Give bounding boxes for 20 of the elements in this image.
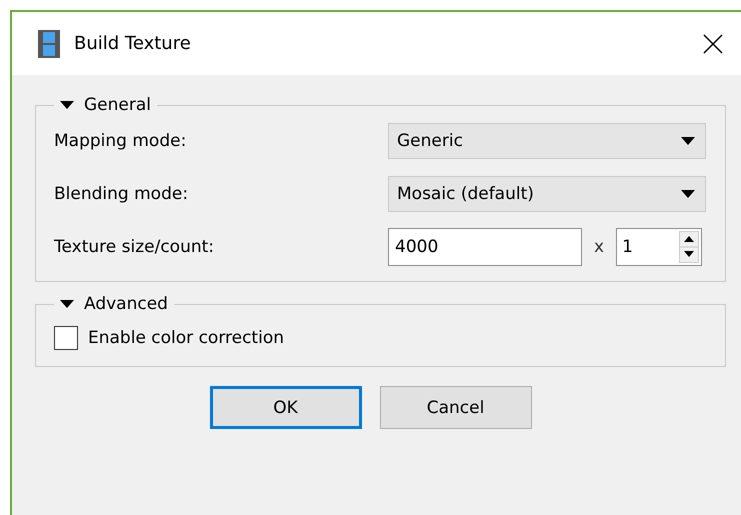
triangle-icon[interactable] <box>60 101 74 109</box>
close-icon[interactable] <box>703 34 723 54</box>
window-title: Build Texture <box>74 33 192 54</box>
dropdown[interactable]: Mosaic (default) <box>388 176 706 212</box>
dropdown[interactable]: Generic <box>388 123 706 159</box>
caret-icon <box>681 137 695 145</box>
dialog-button[interactable]: Cancel <box>380 386 532 429</box>
spin-box[interactable]: 1 <box>616 228 702 266</box>
checkbox[interactable]: Enable color correction <box>54 322 707 350</box>
section-header[interactable]: Advanced <box>54 294 174 314</box>
dialog-button[interactable]: OK <box>210 386 362 429</box>
separator-label: x <box>594 237 604 257</box>
field-label: Texture size/count: <box>54 237 216 257</box>
section-header[interactable]: General <box>54 95 157 115</box>
caret-icon <box>681 190 695 198</box>
input-field[interactable]: 4000 <box>388 228 582 266</box>
film-icon <box>38 30 60 58</box>
triangle-icon[interactable] <box>60 300 74 308</box>
field-label: Mapping mode: <box>54 131 188 151</box>
field-label: Blending mode: <box>54 184 190 204</box>
